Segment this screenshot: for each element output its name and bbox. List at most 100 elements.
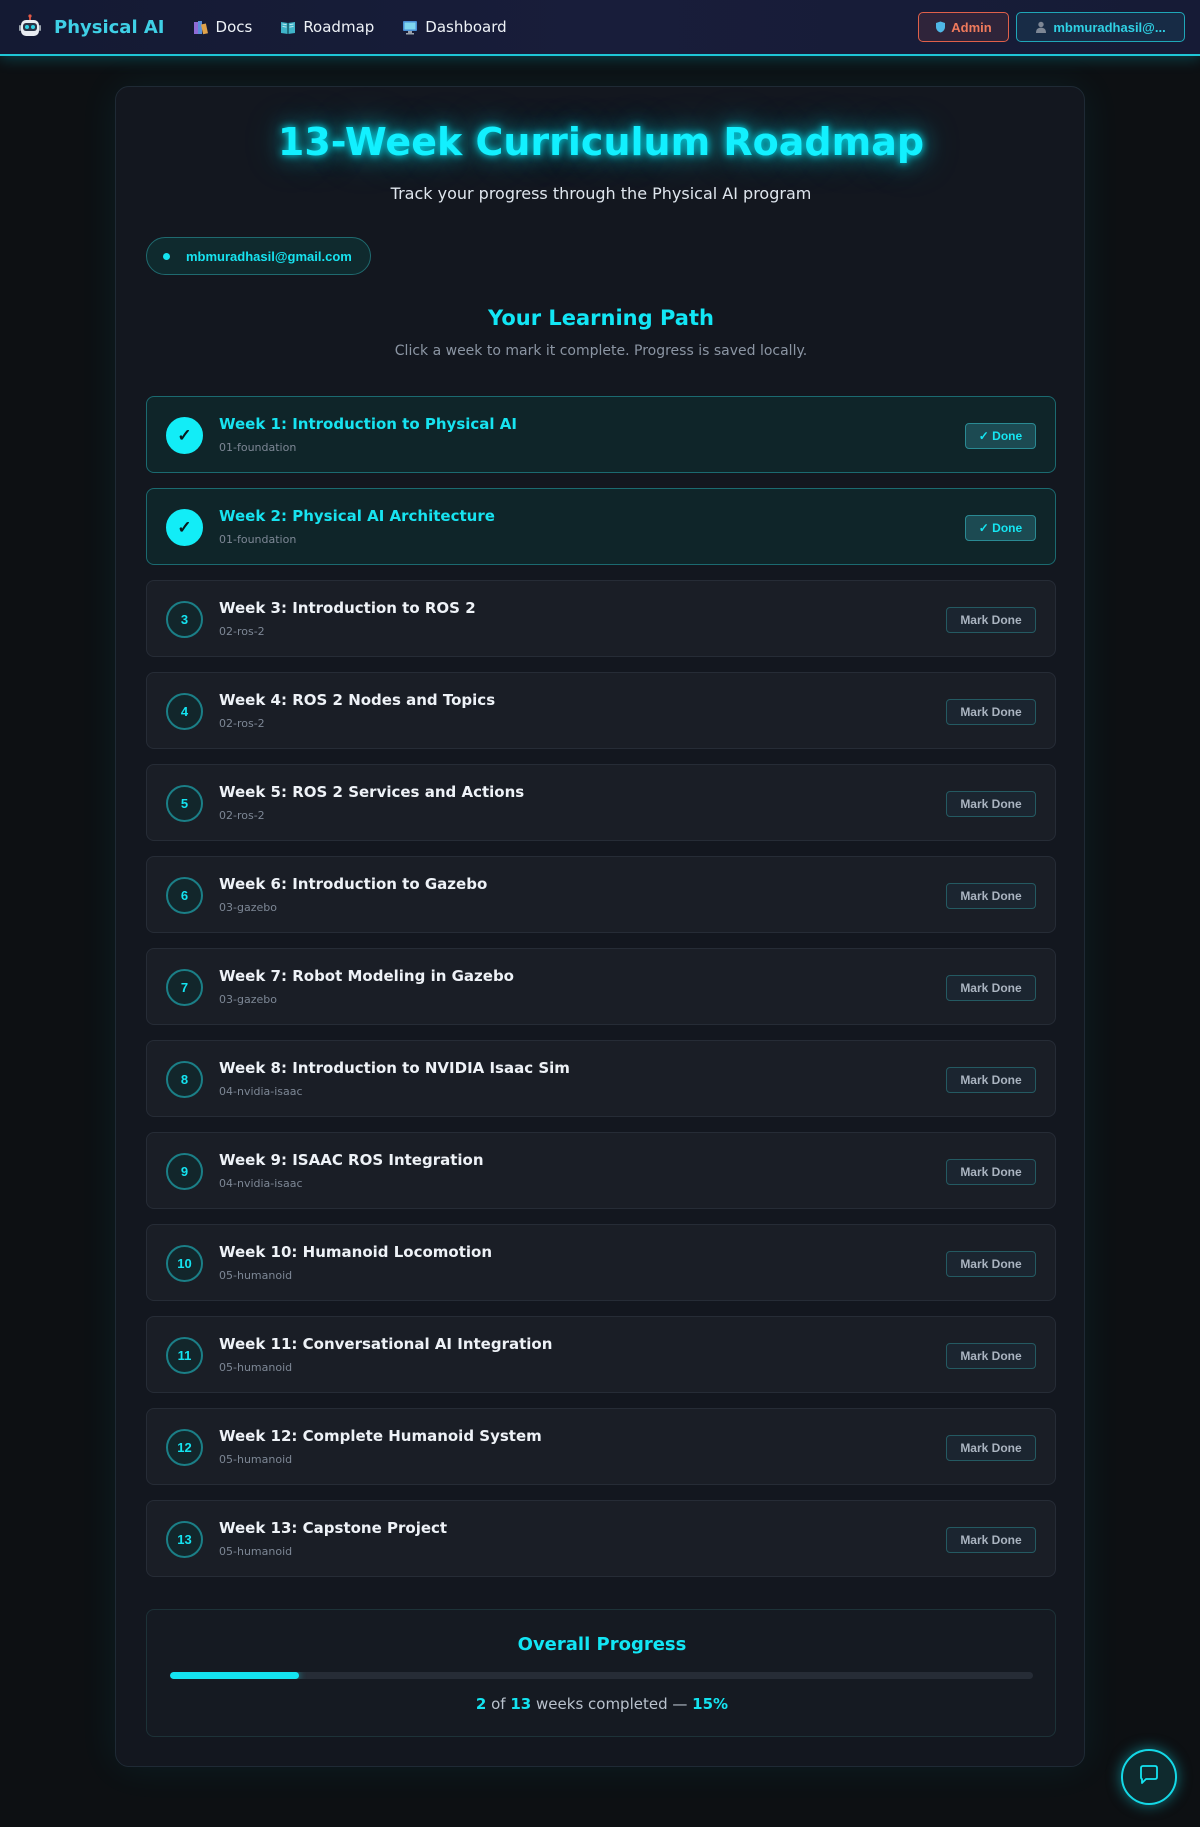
week-module-tag: 02-ros-2 (219, 717, 265, 730)
learning-path-subtitle: Click a week to mark it complete. Progre… (394, 343, 808, 359)
week-row-11[interactable]: 11 Week 11: Conversational AI Integratio… (146, 1316, 1056, 1393)
week-module-tag: 04-nvidia-isaac (219, 1085, 303, 1098)
page-title: 13-Week Curriculum Roadmap (277, 120, 925, 164)
nav-roadmap-label: Roadmap (303, 18, 375, 36)
progress-bar-fill (170, 1672, 300, 1679)
brand-link[interactable]: Physical AI (17, 14, 165, 40)
week-module-tag: 02-ros-2 (219, 809, 265, 822)
nav-actions: Admin mbmuradhasil@... (918, 12, 1185, 42)
week-number-badge: 7 (166, 969, 203, 1006)
week-module-tag: 03-gazebo (219, 901, 277, 914)
week-title: Week 3: Introduction to ROS 2 (219, 599, 476, 617)
week-row-7[interactable]: 7 Week 7: Robot Modeling in Gazebo 03-ga… (146, 948, 1056, 1025)
week-number-badge: 13 (166, 1521, 203, 1558)
week-row-12[interactable]: 12 Week 12: Complete Humanoid System 05-… (146, 1408, 1056, 1485)
week-8-mark-done-button[interactable]: Mark Done (946, 1067, 1036, 1093)
week-row-3[interactable]: 3 Week 3: Introduction to ROS 2 02-ros-2… (146, 580, 1056, 657)
week-title: Week 4: ROS 2 Nodes and Topics (219, 691, 496, 709)
roadmap-card: 13-Week Curriculum Roadmap Track your pr… (115, 86, 1085, 1767)
navbar: Physical AI Docs Roadmap Dashboard Admin… (0, 0, 1200, 56)
week-number-badge: 10 (166, 1245, 203, 1282)
week-title: Week 8: Introduction to NVIDIA Isaac Sim (219, 1059, 570, 1077)
week-10-mark-done-button[interactable]: Mark Done (946, 1251, 1036, 1277)
week-row-8[interactable]: 8 Week 8: Introduction to NVIDIA Isaac S… (146, 1040, 1056, 1117)
chat-button[interactable] (1121, 1749, 1177, 1805)
week-1-check-icon: ✓ (166, 417, 203, 454)
week-row-6[interactable]: 6 Week 6: Introduction to Gazebo 03-gaze… (146, 856, 1056, 933)
week-13-mark-done-button[interactable]: Mark Done (946, 1527, 1036, 1553)
week-module-tag: 05-humanoid (219, 1269, 293, 1282)
week-title: Week 2: Physical AI Architecture (219, 507, 495, 525)
week-number-badge: 11 (166, 1337, 203, 1374)
week-title: Week 1: Introduction to Physical AI (219, 415, 517, 433)
books-icon (193, 20, 209, 35)
week-1-done-button[interactable]: ✓ Done (965, 423, 1036, 449)
status-dot-icon (163, 252, 170, 260)
admin-button-label: Admin (951, 19, 992, 35)
user-email-badge: mbmuradhasil@gmail.com (146, 237, 371, 275)
nav-docs[interactable]: Docs (193, 18, 253, 36)
progress-summary: 2 of 13 weeks completed — 15% (147, 1695, 1057, 1713)
week-module-tag: 04-nvidia-isaac (219, 1177, 303, 1190)
week-title: Week 6: Introduction to Gazebo (219, 875, 488, 893)
week-title: Week 12: Complete Humanoid System (219, 1427, 542, 1445)
week-6-mark-done-button[interactable]: Mark Done (946, 883, 1036, 909)
week-9-mark-done-button[interactable]: Mark Done (946, 1159, 1036, 1185)
week-module-tag: 05-humanoid (219, 1453, 293, 1466)
week-title: Week 13: Capstone Project (219, 1519, 448, 1537)
nav-dashboard-label: Dashboard (425, 18, 507, 36)
week-4-mark-done-button[interactable]: Mark Done (946, 699, 1036, 725)
user-menu-label: mbmuradhasil@... (1053, 19, 1166, 35)
week-number-badge: 4 (166, 693, 203, 730)
week-7-mark-done-button[interactable]: Mark Done (946, 975, 1036, 1001)
week-title: Week 5: ROS 2 Services and Actions (219, 783, 525, 801)
user-email: mbmuradhasil@gmail.com (186, 248, 352, 264)
week-module-tag: 03-gazebo (219, 993, 277, 1006)
week-row-9[interactable]: 9 Week 9: ISAAC ROS Integration 04-nvidi… (146, 1132, 1056, 1209)
learning-path-title: Your Learning Path (488, 306, 714, 330)
week-title: Week 10: Humanoid Locomotion (219, 1243, 493, 1261)
monitor-icon (402, 20, 418, 35)
week-row-2[interactable]: ✓ Week 2: Physical AI Architecture 01-fo… (146, 488, 1056, 565)
nav-docs-label: Docs (215, 18, 253, 36)
progress-bar (170, 1672, 1033, 1679)
progress-of-word: of (491, 1695, 506, 1713)
week-number-badge: 5 (166, 785, 203, 822)
brand-title: Physical AI (54, 16, 165, 38)
progress-title: Overall Progress (517, 1634, 687, 1655)
week-module-tag: 01-foundation (219, 533, 297, 546)
nav-dashboard[interactable]: Dashboard (402, 18, 507, 36)
week-title: Week 9: ISAAC ROS Integration (219, 1151, 484, 1169)
robot-logo-icon (17, 14, 43, 40)
week-title: Week 7: Robot Modeling in Gazebo (219, 967, 514, 985)
week-number-badge: 3 (166, 601, 203, 638)
week-module-tag: 05-humanoid (219, 1361, 293, 1374)
week-11-mark-done-button[interactable]: Mark Done (946, 1343, 1036, 1369)
shield-icon (935, 21, 946, 33)
progress-suffix: weeks completed — (536, 1695, 688, 1713)
week-number-badge: 6 (166, 877, 203, 914)
page-subtitle: Track your progress through the Physical… (390, 184, 812, 203)
overall-progress-panel: Overall Progress 2 of 13 weeks completed… (146, 1609, 1056, 1737)
progress-total-count: 13 (510, 1695, 532, 1713)
week-row-4[interactable]: 4 Week 4: ROS 2 Nodes and Topics 02-ros-… (146, 672, 1056, 749)
week-row-1[interactable]: ✓ Week 1: Introduction to Physical AI 01… (146, 396, 1056, 473)
week-row-13[interactable]: 13 Week 13: Capstone Project 05-humanoid… (146, 1500, 1056, 1577)
progress-completed-count: 2 (475, 1695, 487, 1713)
week-5-mark-done-button[interactable]: Mark Done (946, 791, 1036, 817)
admin-button[interactable]: Admin (918, 12, 1009, 42)
nav-roadmap[interactable]: Roadmap (280, 18, 374, 36)
user-menu-button[interactable]: mbmuradhasil@... (1016, 12, 1185, 42)
week-12-mark-done-button[interactable]: Mark Done (946, 1435, 1036, 1461)
week-2-check-icon: ✓ (166, 509, 203, 546)
week-3-mark-done-button[interactable]: Mark Done (946, 607, 1036, 633)
week-number-badge: 9 (166, 1153, 203, 1190)
week-row-10[interactable]: 10 Week 10: Humanoid Locomotion 05-human… (146, 1224, 1056, 1301)
week-module-tag: 02-ros-2 (219, 625, 265, 638)
week-number-badge: 8 (166, 1061, 203, 1098)
week-title: Week 11: Conversational AI Integration (219, 1335, 553, 1353)
week-number-badge: 12 (166, 1429, 203, 1466)
book-icon (280, 20, 296, 35)
week-2-done-button[interactable]: ✓ Done (965, 515, 1036, 541)
week-row-5[interactable]: 5 Week 5: ROS 2 Services and Actions 02-… (146, 764, 1056, 841)
